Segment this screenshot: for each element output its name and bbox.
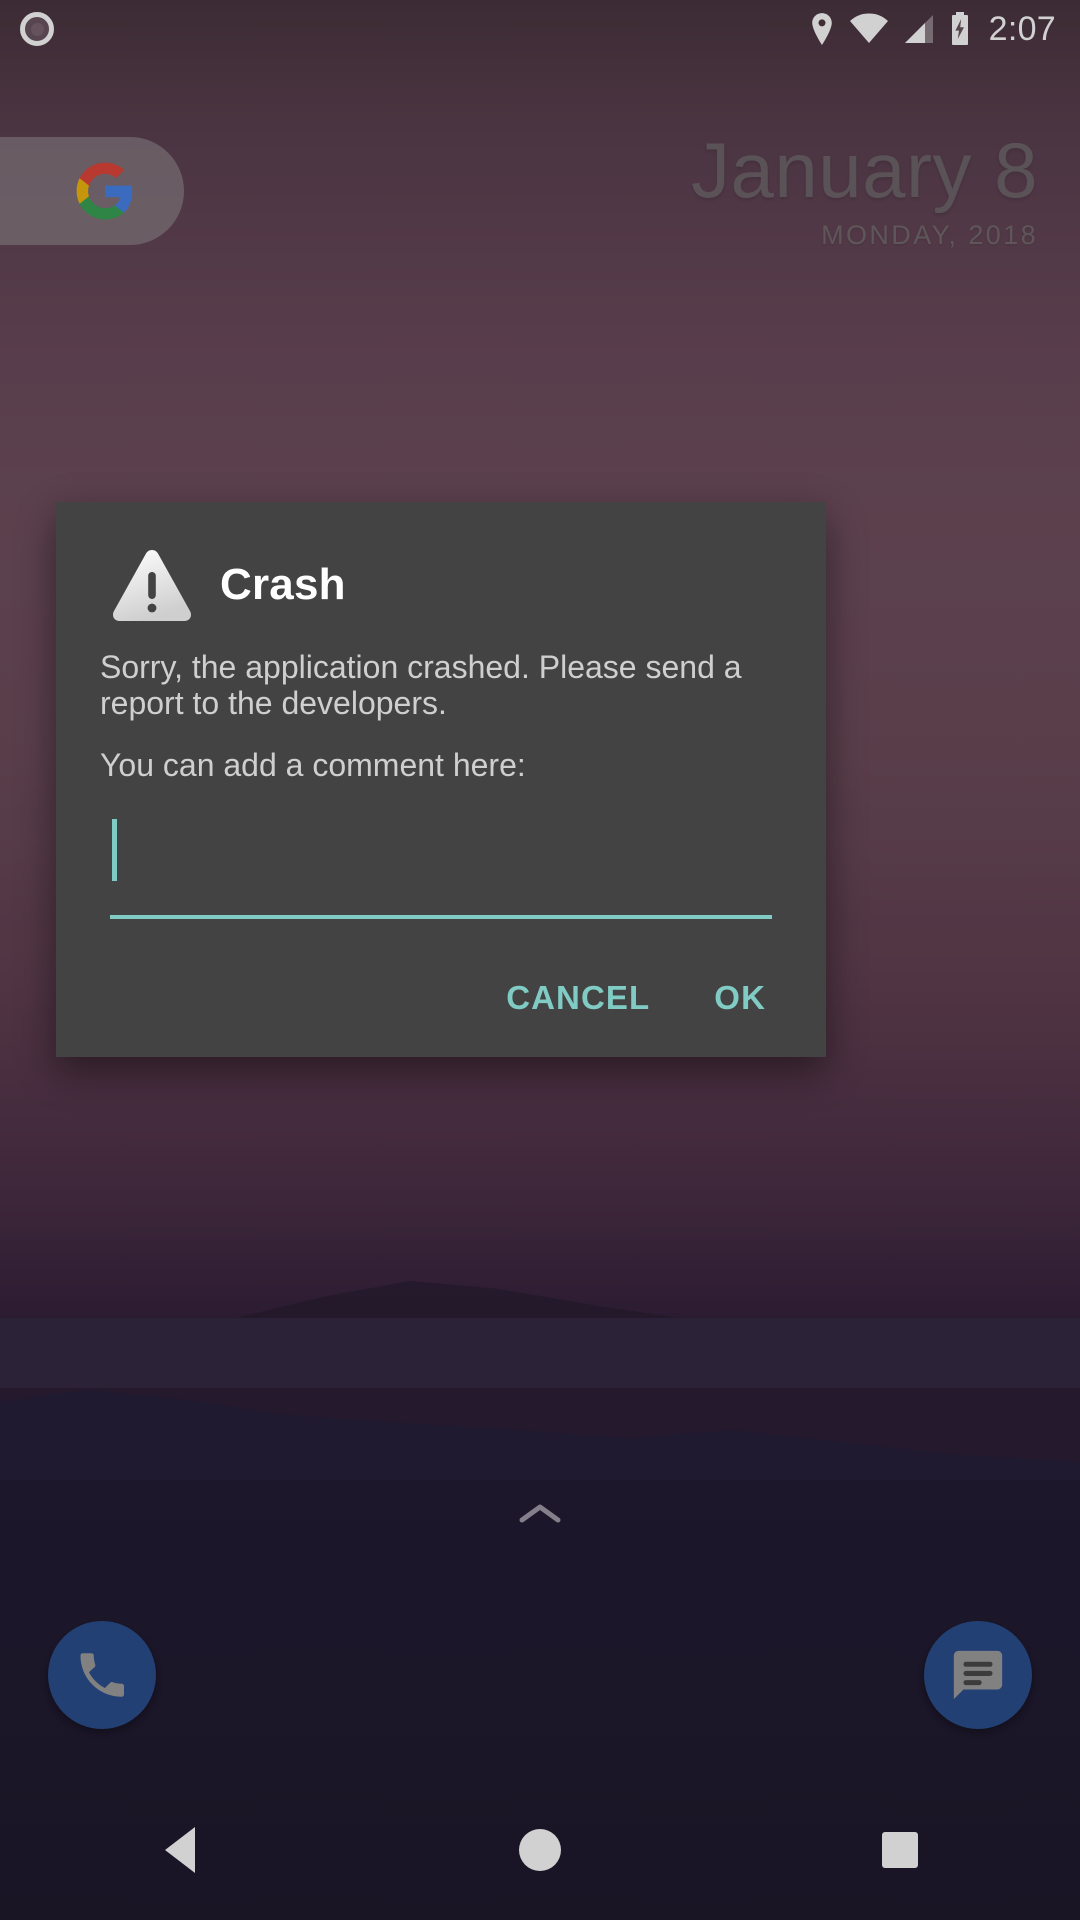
dialog-message-primary: Sorry, the application crashed. Please s…: [100, 649, 742, 721]
dialog-message-secondary: You can add a comment here:: [100, 746, 526, 783]
warning-triangle-icon: [112, 550, 192, 621]
android-home-screen: January 8 MONDAY, 2018 2:07 Crash Sorry,…: [0, 0, 1080, 1920]
dialog-header: Crash: [96, 546, 786, 624]
crash-dialog: Crash Sorry, the application crashed. Pl…: [56, 502, 826, 1058]
dialog-title: Crash: [220, 560, 346, 609]
comment-field-wrapper[interactable]: [110, 805, 772, 920]
comment-input[interactable]: [110, 805, 772, 916]
ok-button[interactable]: OK: [696, 965, 784, 1031]
cancel-button[interactable]: CANCEL: [488, 965, 668, 1031]
dialog-actions: CANCEL OK: [96, 965, 786, 1031]
